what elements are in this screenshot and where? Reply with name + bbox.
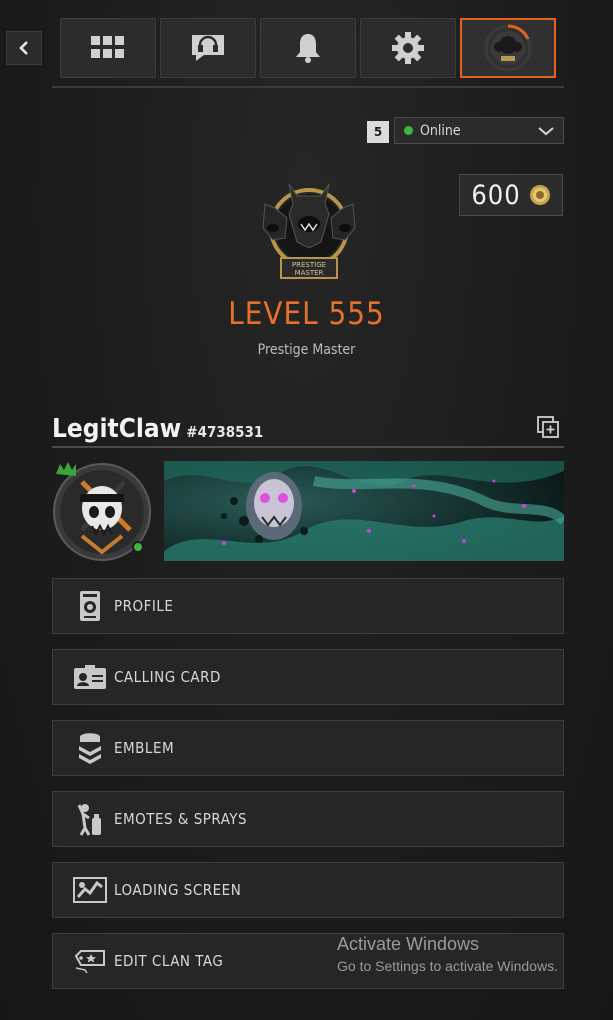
crown-icon	[56, 462, 76, 476]
cod-points-icon	[529, 185, 550, 205]
player-emblem[interactable]	[52, 460, 154, 562]
watermark-subtitle: Go to Settings to activate Windows.	[337, 958, 558, 974]
bell-icon	[296, 34, 320, 63]
profile-card-icon	[80, 591, 100, 621]
prestige-avatar-icon	[484, 24, 532, 72]
menu-item-calling-card[interactable]: CALLING CARD	[52, 649, 564, 705]
menu-item-label: LOADING SCREEN	[114, 881, 242, 899]
prestige-title: Prestige Master	[257, 342, 356, 358]
watermark-title: Activate Windows	[337, 934, 480, 954]
menu-item-label: EMOTES & SPRAYS	[114, 810, 248, 828]
menu-item-label: EMBLEM	[114, 739, 175, 757]
copy-gamertag-button[interactable]	[537, 416, 559, 438]
menu-item-profile[interactable]: PROFILE	[52, 578, 564, 634]
cod-points-display[interactable]: 600	[459, 174, 563, 216]
player-level: LEVEL 555	[228, 296, 385, 332]
online-status-dropdown[interactable]: Online	[394, 117, 564, 144]
calling-card-icon	[74, 665, 106, 689]
tab-profile[interactable]	[460, 18, 556, 78]
menu-item-loading-screen[interactable]: LOADING SCREEN	[52, 862, 564, 918]
cod-points-value: 600	[471, 179, 521, 211]
menu-item-label: EDIT CLAN TAG	[114, 952, 224, 970]
prestige-master-emblem: PRESTIGE MASTER	[253, 174, 365, 286]
chevron-down-icon	[538, 127, 554, 136]
copy-plus-icon	[537, 416, 559, 438]
tab-social[interactable]	[160, 18, 256, 78]
gear-icon	[392, 32, 424, 64]
loading-screen-icon	[73, 877, 107, 903]
online-status-label: Online	[420, 122, 461, 139]
gamer-id: #4738531	[186, 423, 264, 441]
chevron-left-icon	[19, 41, 28, 55]
online-indicator	[132, 541, 144, 553]
menu-item-label: CALLING CARD	[114, 668, 221, 686]
tab-settings[interactable]	[360, 18, 456, 78]
headset-chat-icon	[192, 35, 224, 61]
menu-item-emotes-sprays[interactable]: EMOTES & SPRAYS	[52, 791, 564, 847]
menu-item-label: PROFILE	[114, 597, 174, 615]
calling-card-image[interactable]	[164, 461, 564, 561]
menu-item-emblem[interactable]: EMBLEM	[52, 720, 564, 776]
emblem-plaque-line2: MASTER	[295, 269, 324, 277]
back-button[interactable]	[6, 31, 42, 65]
party-count-badge: 5	[367, 121, 389, 143]
gamertag: LegitClaw	[52, 414, 182, 444]
nav-divider	[52, 86, 564, 88]
tab-menu-grid[interactable]	[60, 18, 156, 78]
grid-icon	[91, 36, 124, 58]
gamertag-row: LegitClaw #4738531	[52, 414, 564, 446]
windows-activation-watermark: Activate Windows Go to Settings to activ…	[337, 934, 558, 974]
gamertag-divider	[52, 446, 564, 448]
emblem-plaque-line1: PRESTIGE	[292, 261, 326, 269]
clan-tag-icon	[74, 950, 105, 974]
tab-notifications[interactable]	[260, 18, 356, 78]
emotes-icon	[77, 804, 101, 836]
online-status-dot	[404, 126, 413, 135]
emblem-icon	[79, 733, 101, 764]
